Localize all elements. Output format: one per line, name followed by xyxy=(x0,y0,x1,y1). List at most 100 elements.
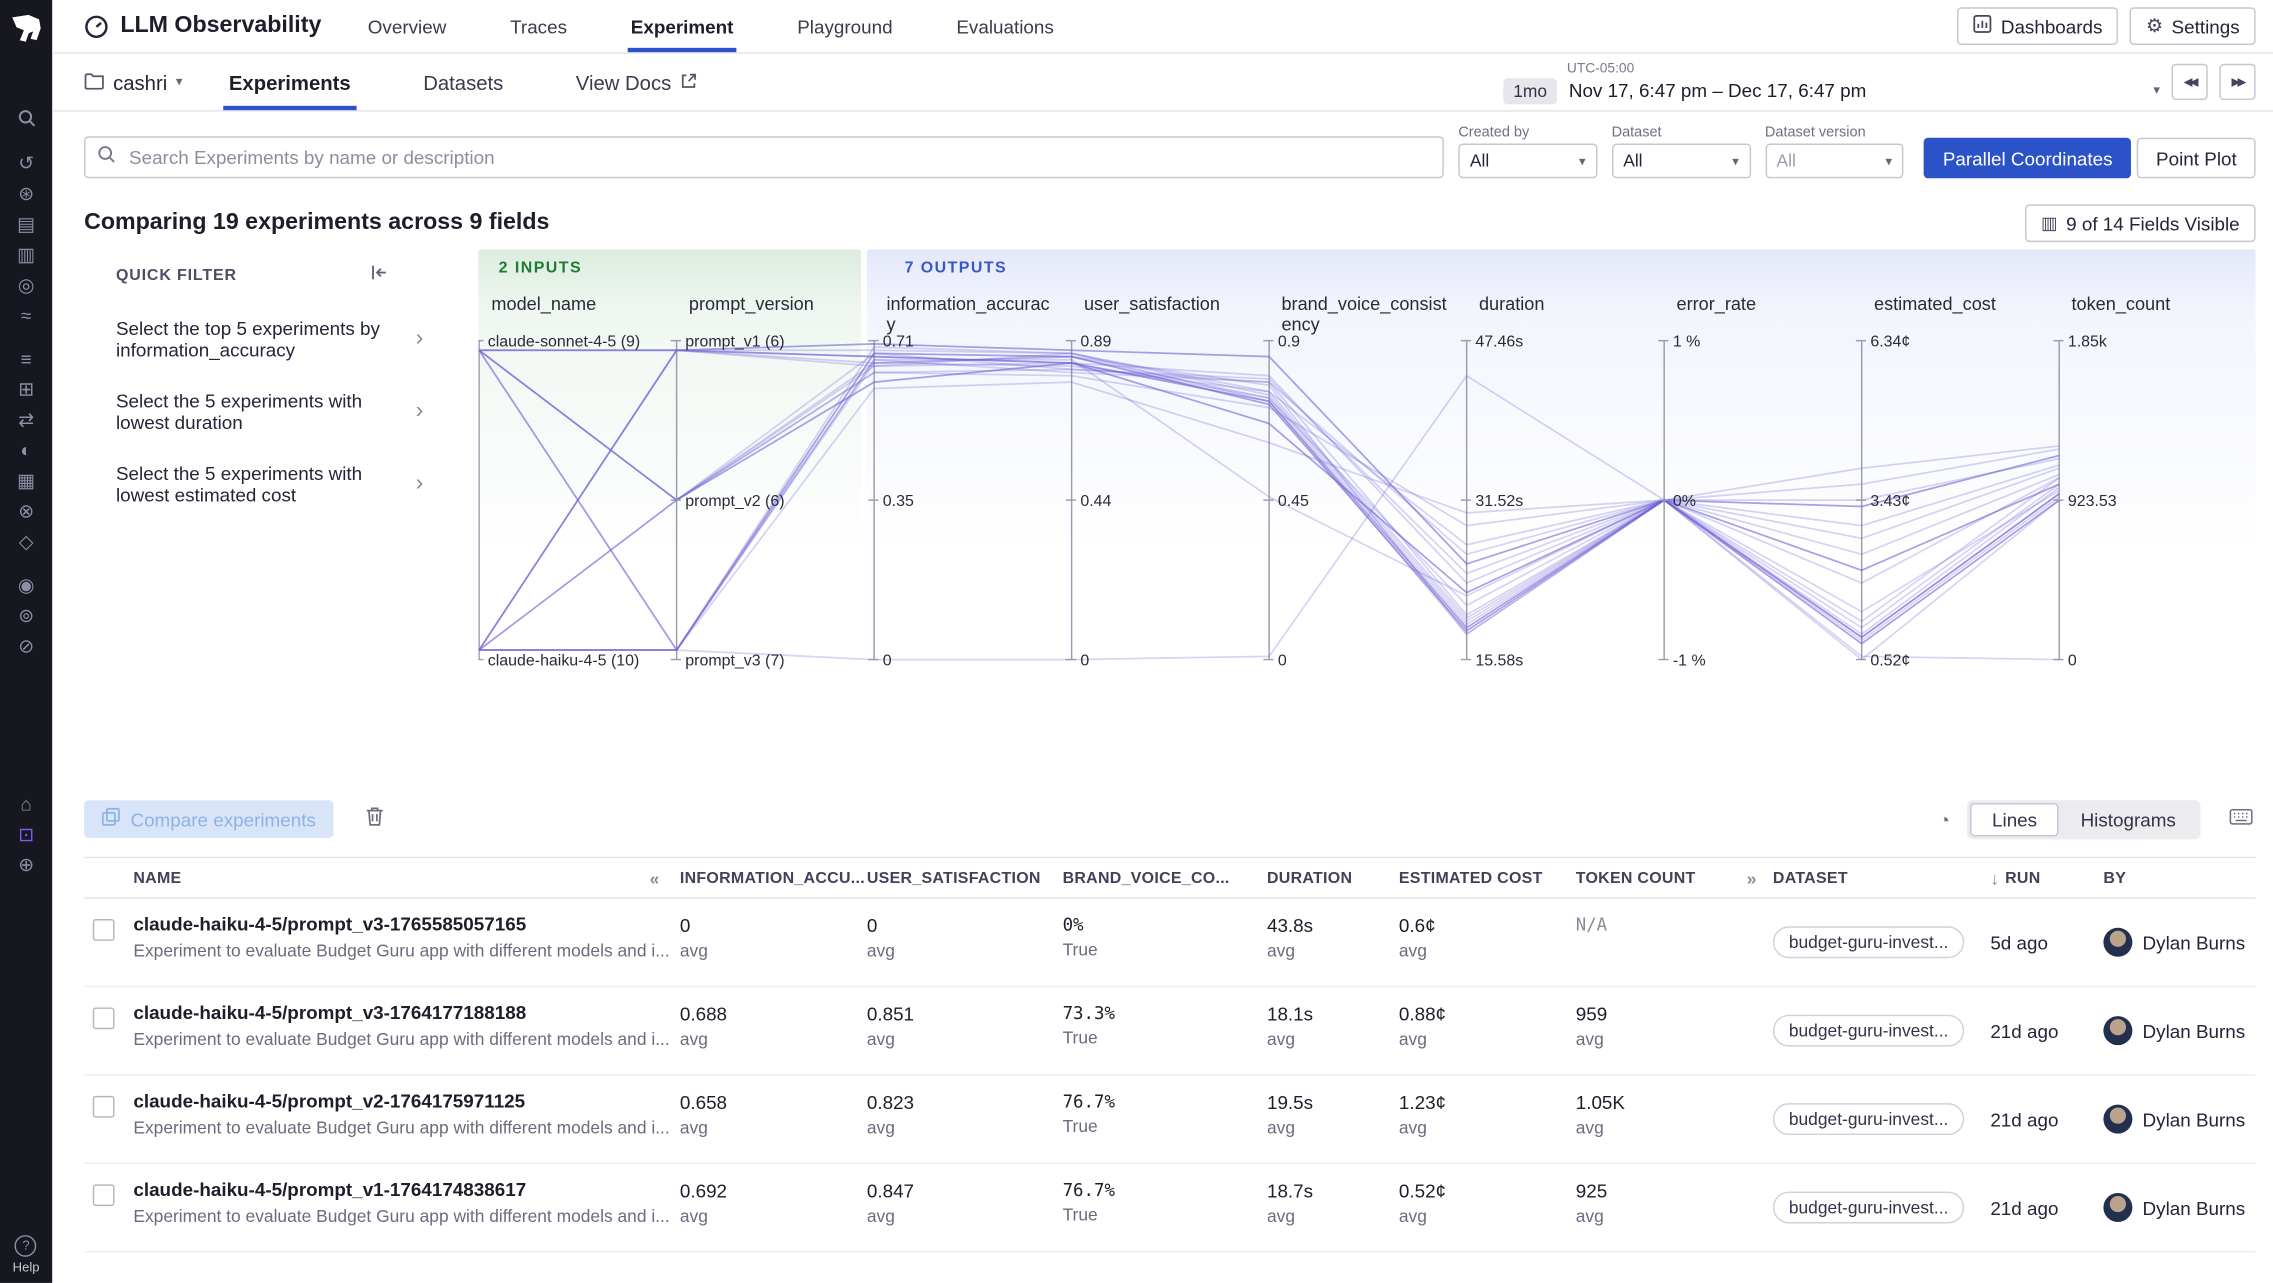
header-by[interactable]: BY xyxy=(2095,869,2256,886)
network-icon[interactable]: ⊗ xyxy=(13,500,39,522)
compare-experiments-button[interactable]: Compare experiments xyxy=(84,800,333,838)
table-row[interactable]: claude-haiku-4-5/prompt_v1-1764174838617… xyxy=(84,1164,2256,1252)
experiment-name[interactable]: claude-haiku-4-5/prompt_v1-1764174838617 xyxy=(133,1164,671,1200)
current-app-icon[interactable]: ⊡ xyxy=(13,823,39,845)
events-icon[interactable]: ≡ xyxy=(13,348,39,370)
datadog-logo-icon[interactable] xyxy=(7,10,45,48)
header-estimated-cost[interactable]: ESTIMATED COST xyxy=(1390,869,1567,886)
parallel-coordinates-button[interactable]: Parallel Coordinates xyxy=(1924,138,2131,179)
experiment-name[interactable]: claude-haiku-4-5/prompt_v3-1764177188188 xyxy=(133,987,671,1023)
header-run[interactable]: RUN xyxy=(2005,869,2040,886)
page-title: LLM Observability xyxy=(120,13,321,39)
settings-button[interactable]: ⚙ Settings xyxy=(2130,7,2256,45)
bits-ai-icon[interactable]: ⊛ xyxy=(13,183,39,205)
help-button[interactable]: ? Help xyxy=(13,1235,40,1274)
help-label: Help xyxy=(13,1260,40,1274)
quick-filter-label: Select the 5 experiments with lowest dur… xyxy=(116,390,407,433)
dataset-pill[interactable]: budget-guru-invest... xyxy=(1773,1192,1964,1224)
header-duration[interactable]: DURATION xyxy=(1258,869,1390,886)
recent-icon[interactable]: ↺ xyxy=(13,152,39,174)
quick-filter-lowest-duration[interactable]: Select the 5 experiments with lowest dur… xyxy=(116,390,423,433)
primary-nav: Overview Traces Experiment Playground Ev… xyxy=(365,0,1115,52)
parallel-coordinates-svg[interactable]: claude-sonnet-4-5 (9)claude-haiku-4-5 (1… xyxy=(478,249,2273,727)
experiment-name[interactable]: claude-haiku-4-5/prompt_v3-1765585057165 xyxy=(133,899,671,935)
watchdog-icon[interactable]: ◎ xyxy=(13,274,39,296)
time-range-label: Nov 17, 6:47 pm – Dec 17, 6:47 pm xyxy=(1569,80,1867,102)
tab-experiments[interactable]: Experiments xyxy=(223,54,356,111)
tab-datasets[interactable]: Datasets xyxy=(417,54,509,111)
infrastructure-icon[interactable]: ▦ xyxy=(13,470,39,492)
project-switcher[interactable]: cashri ▾ xyxy=(84,54,182,111)
dashboards-button[interactable]: Dashboards xyxy=(1957,7,2118,45)
dataset-pill[interactable]: budget-guru-invest... xyxy=(1773,926,1964,958)
fields-visible-button[interactable]: ▥ 9 of 14 Fields Visible xyxy=(2025,204,2256,242)
dataset-pill[interactable]: budget-guru-invest... xyxy=(1773,1103,1964,1135)
nav-playground[interactable]: Playground xyxy=(794,0,895,52)
notebooks-icon[interactable]: ▥ xyxy=(13,244,39,266)
time-back-button[interactable]: ◀◀ xyxy=(2172,64,2208,100)
header-brand-voice[interactable]: BRAND_VOICE_CO... xyxy=(1054,869,1258,886)
metric-value: 0.847 xyxy=(867,1164,1054,1202)
organization-icon[interactable]: ⌂ xyxy=(13,793,39,815)
marketplace-icon[interactable]: ⊕ xyxy=(13,854,39,876)
lines-toggle[interactable]: Lines xyxy=(1970,802,2059,835)
svg-text:claude-haiku-4-5 (10): claude-haiku-4-5 (10) xyxy=(488,652,639,669)
header-token-count[interactable]: TOKEN COUNT xyxy=(1567,869,1738,886)
dataset-select[interactable]: All ▾ xyxy=(1612,144,1751,179)
keyboard-shortcuts-icon[interactable] xyxy=(2230,806,2253,832)
search-icon[interactable] xyxy=(13,109,39,131)
digital-experience-icon[interactable]: ◉ xyxy=(13,574,39,596)
table-row[interactable]: claude-haiku-4-5/prompt_v2-1764175971125… xyxy=(84,1076,2256,1164)
collapse-panel-icon[interactable] xyxy=(370,262,389,288)
nav-evaluations[interactable]: Evaluations xyxy=(953,0,1056,52)
metrics-icon[interactable]: ≈ xyxy=(13,304,39,326)
quick-filter-top5-accuracy[interactable]: Select the top 5 experiments by informat… xyxy=(116,317,423,360)
search-input[interactable] xyxy=(126,145,1431,170)
row-checkbox[interactable] xyxy=(93,919,115,941)
collapse-columns-icon[interactable]: « xyxy=(650,868,660,888)
table-header-row: NAME « INFORMATION_ACCU... USER_SATISFAC… xyxy=(84,858,2256,899)
header-information-accuracy[interactable]: INFORMATION_ACCU... xyxy=(671,869,858,886)
dashboards-icon[interactable]: ▤ xyxy=(13,213,39,235)
llm-observability-app-icon xyxy=(84,14,109,39)
chart-mode-toggle: Lines Histograms xyxy=(1967,799,2200,838)
nav-experiment[interactable]: Experiment xyxy=(628,0,736,52)
secondary-tabs: Experiments Datasets View Docs xyxy=(223,54,764,111)
dataset-pill[interactable]: budget-guru-invest... xyxy=(1773,1015,1964,1047)
point-plot-button[interactable]: Point Plot xyxy=(2137,138,2255,179)
header-user-satisfaction[interactable]: USER_SATISFACTION xyxy=(858,869,1054,886)
top-bar: LLM Observability Overview Traces Experi… xyxy=(52,0,2273,54)
table-row[interactable]: claude-haiku-4-5/prompt_v3-1765585057165… xyxy=(84,899,2256,987)
service-management-icon[interactable]: ⊞ xyxy=(13,378,39,400)
row-checkbox[interactable] xyxy=(93,1007,115,1029)
nav-traces[interactable]: Traces xyxy=(507,0,570,52)
llm-observability-icon[interactable]: ⊚ xyxy=(13,604,39,626)
expand-columns-icon[interactable]: » xyxy=(1747,868,1757,888)
quick-filter-lowest-cost[interactable]: Select the 5 experiments with lowest est… xyxy=(116,462,423,505)
row-checkbox[interactable] xyxy=(93,1184,115,1206)
sort-icon[interactable]: ↓ xyxy=(1990,868,1999,888)
header-dataset[interactable]: DATASET xyxy=(1764,869,1981,886)
time-forward-button[interactable]: ▶▶ xyxy=(2219,64,2255,100)
run-time: 21d ago xyxy=(1982,987,2095,1074)
row-checkbox[interactable] xyxy=(93,1096,115,1118)
avatar xyxy=(2103,1105,2132,1134)
error-tracking-icon[interactable]: ⊘ xyxy=(13,635,39,657)
histograms-toggle[interactable]: Histograms xyxy=(2059,802,2198,835)
trash-icon[interactable] xyxy=(365,805,384,833)
view-docs-link[interactable]: View Docs xyxy=(570,54,703,111)
time-range-picker[interactable]: 1mo Nov 17, 6:47 pm – Dec 17, 6:47 pm ▾ xyxy=(1503,78,2160,104)
software-delivery-icon[interactable]: ⇄ xyxy=(13,409,39,431)
experiment-name[interactable]: claude-haiku-4-5/prompt_v2-1764175971125 xyxy=(133,1076,671,1112)
color-options-icon[interactable]: ◔ xyxy=(1939,808,1950,830)
dataset-version-select[interactable]: All ▾ xyxy=(1765,144,1904,179)
metric-value: 0.6¢ xyxy=(1399,899,1567,937)
svg-text:15.58s: 15.58s xyxy=(1475,652,1523,669)
apm-icon[interactable]: ◐ xyxy=(13,439,39,461)
nav-overview[interactable]: Overview xyxy=(365,0,449,52)
table-row[interactable]: claude-haiku-4-5/prompt_v3-1764177188188… xyxy=(84,987,2256,1075)
created-by-select[interactable]: All ▾ xyxy=(1458,144,1597,179)
parallel-coordinates-chart[interactable]: 2 INPUTS 7 OUTPUTS model_nameprompt_vers… xyxy=(478,249,2273,742)
security-icon[interactable]: ◇ xyxy=(13,531,39,553)
svg-text:1 %: 1 % xyxy=(1673,333,1700,350)
